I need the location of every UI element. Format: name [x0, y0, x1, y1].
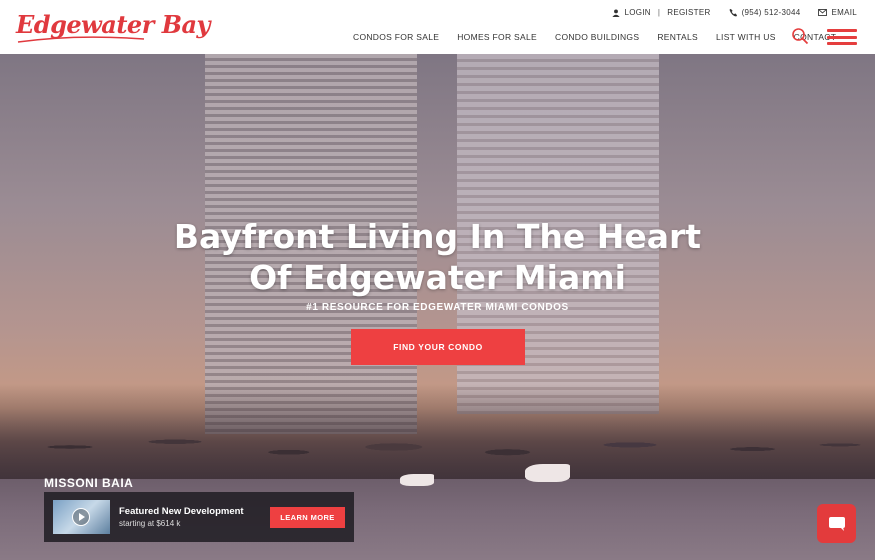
- menu-bar: [827, 35, 857, 39]
- account-links: LOGIN | REGISTER: [612, 8, 710, 17]
- site-header: Edgewater Bay LOGIN | REGISTER (954) 512…: [0, 0, 875, 54]
- menu-bar: [827, 29, 857, 32]
- envelope-icon: [818, 9, 828, 16]
- utility-bar: LOGIN | REGISTER (954) 512-3044 EMAIL: [612, 8, 857, 17]
- hero-palm-trees: [0, 384, 875, 489]
- hero-boat: [400, 474, 434, 486]
- featured-price: starting at $614 k: [119, 519, 181, 528]
- logo-swoosh-icon: [17, 36, 145, 43]
- featured-title: Featured New Development: [119, 506, 244, 517]
- phone-number: (954) 512-3044: [741, 8, 801, 17]
- menu-bar: [827, 42, 857, 45]
- featured-video-thumbnail[interactable]: [53, 500, 110, 534]
- hero-subtitle: #1 RESOURCE FOR EDGEWATER MIAMI CONDOS: [306, 302, 569, 313]
- find-your-condo-button[interactable]: FIND YOUR CONDO: [351, 329, 525, 365]
- featured-building-name[interactable]: MISSONI BAIA: [44, 476, 133, 490]
- email-link[interactable]: EMAIL: [818, 8, 857, 17]
- email-label: EMAIL: [831, 8, 857, 17]
- hero-title-line2: Of Edgewater Miami: [249, 258, 626, 297]
- nav-homes-for-sale[interactable]: HOMES FOR SALE: [457, 32, 537, 42]
- learn-more-button[interactable]: LEARN MORE: [270, 507, 345, 528]
- login-link[interactable]: LOGIN: [624, 8, 650, 17]
- phone-link[interactable]: (954) 512-3044: [729, 8, 801, 17]
- register-link[interactable]: REGISTER: [667, 8, 710, 17]
- featured-development-card[interactable]: Featured New Development starting at $61…: [44, 492, 354, 542]
- hero-title: Bayfront Living In The Heart Of Edgewate…: [0, 216, 875, 298]
- hero-title-line1: Bayfront Living In The Heart: [173, 217, 702, 256]
- hamburger-menu-icon[interactable]: [827, 29, 857, 45]
- nav-condos-for-sale[interactable]: CONDOS FOR SALE: [353, 32, 439, 42]
- logo[interactable]: Edgewater Bay: [16, 10, 210, 43]
- hero-boat: [525, 464, 570, 482]
- nav-rentals[interactable]: RENTALS: [657, 32, 698, 42]
- phone-icon: [729, 8, 737, 17]
- logo-text: Edgewater Bay: [16, 10, 210, 39]
- chat-icon: [828, 516, 845, 531]
- hero-banner: Bayfront Living In The Heart Of Edgewate…: [0, 54, 875, 560]
- search-icon[interactable]: [791, 27, 809, 45]
- chat-button[interactable]: [817, 504, 856, 543]
- play-icon[interactable]: [72, 508, 90, 526]
- nav-condo-buildings[interactable]: CONDO BUILDINGS: [555, 32, 639, 42]
- user-icon: [612, 8, 621, 17]
- nav-list-with-us[interactable]: LIST WITH US: [716, 32, 776, 42]
- main-nav: CONDOS FOR SALE HOMES FOR SALE CONDO BUI…: [353, 32, 836, 42]
- login-separator: |: [657, 8, 661, 17]
